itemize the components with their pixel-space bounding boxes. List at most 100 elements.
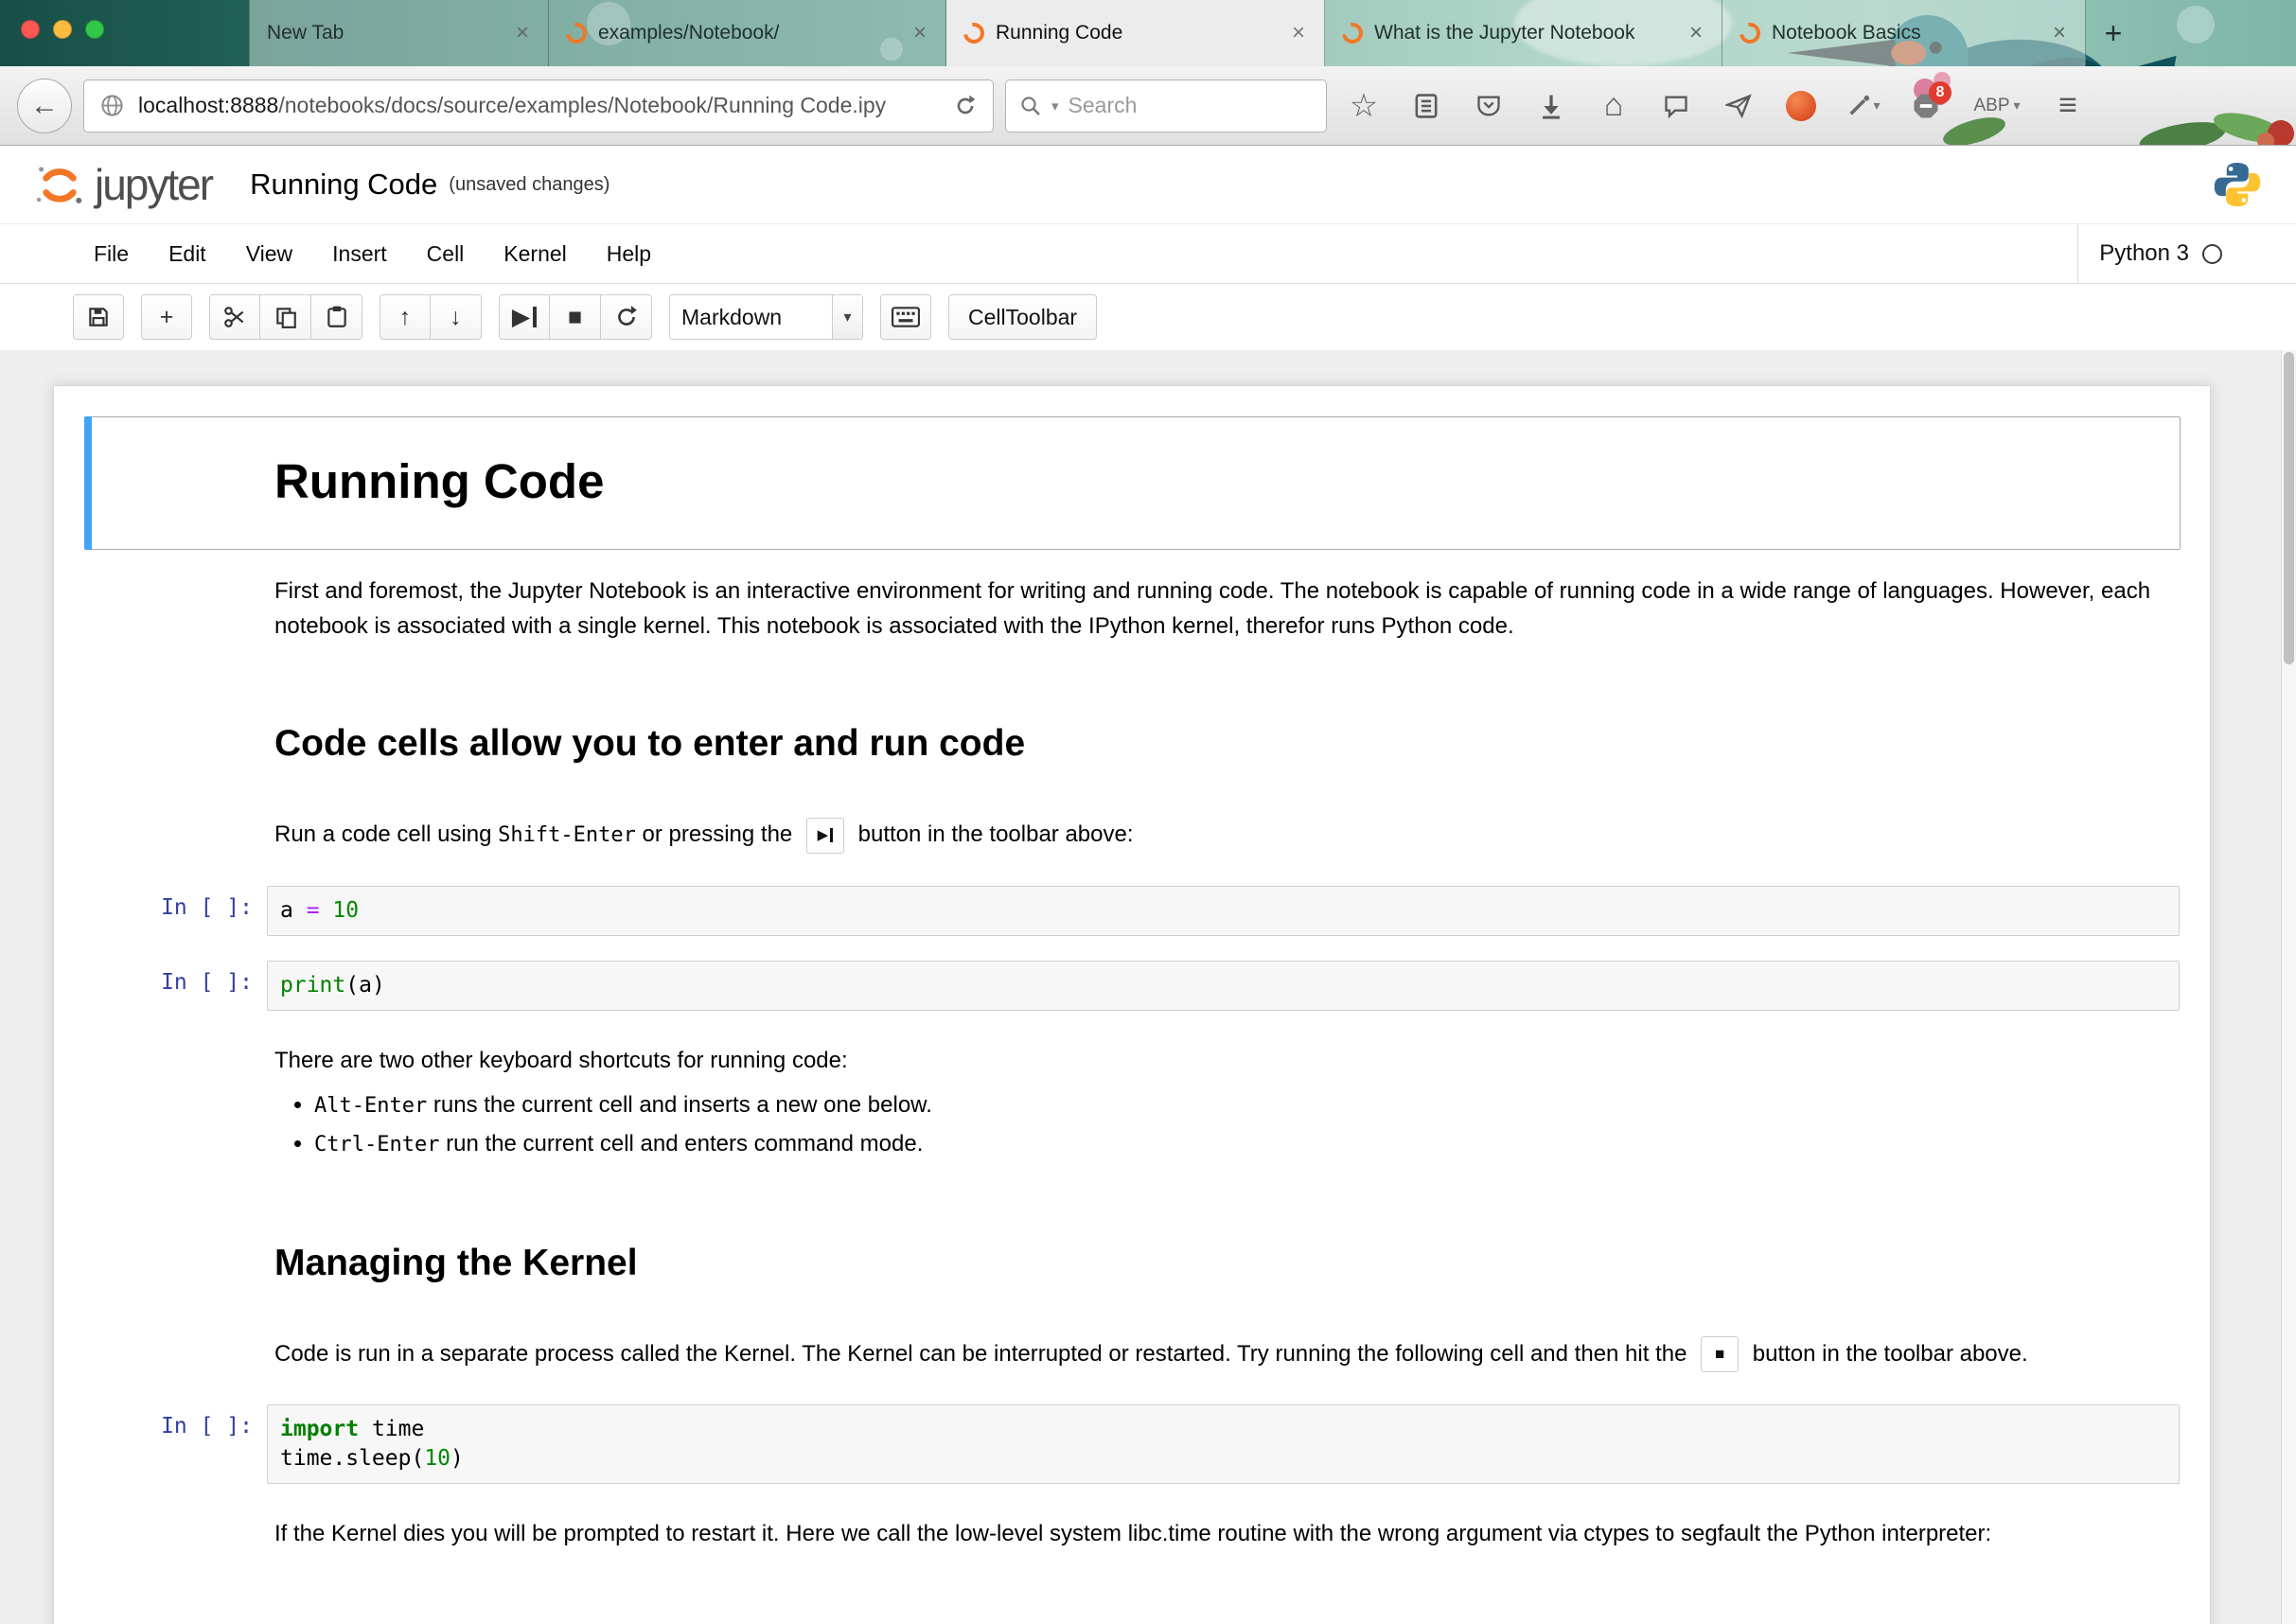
url-bar[interactable]: localhost:8888/notebooks/docs/source/exa…: [83, 79, 994, 132]
markdown-cell-h2-kernel[interactable]: Managing the Kernel: [84, 1187, 2181, 1312]
notebook-name[interactable]: Running Code: [250, 168, 437, 202]
jupyter-favicon-icon: [562, 19, 592, 48]
scrollbar-thumb[interactable]: [2284, 352, 2294, 664]
notebook-toolbar: +: [0, 284, 2296, 350]
jupyter-favicon-icon: [960, 19, 989, 48]
tab-label: New Tab: [267, 22, 344, 44]
addon-button[interactable]: [1775, 79, 1827, 132]
menu-kernel[interactable]: Kernel: [484, 224, 586, 283]
kernel-paragraph: Code is run in a separate process called…: [274, 1336, 2172, 1373]
code-input[interactable]: print(a): [267, 961, 2180, 1011]
hello-chat-button[interactable]: [1651, 79, 1702, 132]
interrupt-kernel-button[interactable]: ■: [550, 294, 601, 340]
restart-kernel-button[interactable]: [601, 294, 652, 340]
wand-addon-button[interactable]: ▾: [1838, 79, 1889, 132]
celltoolbar-button[interactable]: CellToolbar: [948, 294, 1097, 340]
markdown-cell-title[interactable]: Running Code: [84, 416, 2181, 550]
code-cell-import-time[interactable]: In [ ]: import timetime.sleep(10): [84, 1396, 2181, 1492]
code-input[interactable]: a = 10: [267, 886, 2180, 936]
reload-button[interactable]: [953, 94, 978, 118]
insert-cell-button[interactable]: +: [141, 294, 192, 340]
jupyter-logo[interactable]: jupyter: [34, 159, 212, 210]
close-window-button[interactable]: [21, 20, 40, 39]
save-button[interactable]: [73, 294, 124, 340]
notebook-container: Running Code First and foremost, the Jup…: [53, 385, 2211, 1624]
bookmarks-menu-button[interactable]: [1401, 79, 1452, 132]
restart-icon: [614, 305, 639, 329]
abp-button[interactable]: ABP ▾: [1963, 96, 2031, 116]
share-button[interactable]: [1713, 79, 1764, 132]
back-button[interactable]: ←: [17, 79, 72, 133]
menu-insert[interactable]: Insert: [312, 224, 407, 283]
dropdown-caret-icon: ▾: [832, 295, 862, 339]
notebook-scroll-area: Running Code First and foremost, the Jup…: [0, 350, 2296, 1624]
markdown-cell-kernel-para[interactable]: Code is run in a separate process called…: [84, 1320, 2181, 1389]
tab-close-icon[interactable]: ×: [2051, 22, 2068, 44]
keyboard-icon: [892, 306, 920, 328]
tab-examples-notebook[interactable]: examples/Notebook/ ×: [549, 0, 946, 66]
code-input[interactable]: import timetime.sleep(10): [267, 1404, 2180, 1484]
pocket-icon: [1475, 94, 1502, 118]
cell-type-value: Markdown: [670, 305, 832, 330]
caret-down-icon: ▾: [1873, 97, 1880, 114]
reload-icon: [953, 94, 978, 118]
kbd-shift-enter: Shift-Enter: [498, 823, 636, 847]
command-palette-button[interactable]: [880, 294, 931, 340]
menu-file[interactable]: File: [74, 224, 149, 283]
navigation-toolbar: ← localhost:8888/notebooks/docs/source/e…: [0, 66, 2296, 146]
window-controls: [21, 20, 104, 39]
code-cell-print-a[interactable]: In [ ]: print(a): [84, 952, 2181, 1019]
pocket-button[interactable]: [1463, 79, 1514, 132]
download-icon: [1539, 93, 1563, 119]
tab-close-icon[interactable]: ×: [1290, 22, 1307, 44]
copy-cell-button[interactable]: [260, 294, 311, 340]
markdown-cell-intro[interactable]: First and foremost, the Jupyter Notebook…: [84, 557, 2181, 660]
jupyter-favicon-icon: [1736, 19, 1765, 48]
markdown-cell-shortcuts[interactable]: There are two other keyboard shortcuts f…: [84, 1027, 2181, 1180]
move-cell-up-button[interactable]: ↑: [380, 294, 431, 340]
search-input[interactable]: ▾ Search: [1005, 79, 1327, 132]
tab-running-code[interactable]: Running Code ×: [946, 0, 1325, 66]
adblock-button[interactable]: 8: [1900, 79, 1952, 132]
share-plane-icon: [1725, 94, 1752, 118]
menu-view[interactable]: View: [226, 224, 312, 283]
section-heading: Managing the Kernel: [274, 1235, 2172, 1292]
shortcuts-list: Alt-Enter runs the current cell and inse…: [274, 1087, 2172, 1161]
shortcuts-intro: There are two other keyboard shortcuts f…: [274, 1043, 2172, 1078]
code-cell-a-equals-10[interactable]: In [ ]: a = 10: [84, 877, 2181, 944]
menu-help[interactable]: Help: [587, 224, 671, 283]
tab-notebook-basics[interactable]: Notebook Basics ×: [1722, 0, 2086, 66]
url-host: localhost:8888: [138, 93, 278, 117]
home-button[interactable]: ⌂: [1588, 79, 1639, 132]
run-cell-button[interactable]: ▶: [499, 294, 550, 340]
move-cell-down-button[interactable]: ↓: [431, 294, 482, 340]
markdown-cell-h2-code[interactable]: Code cells allow you to enter and run co…: [84, 667, 2181, 792]
cut-cell-button[interactable]: [209, 294, 260, 340]
zoom-window-button[interactable]: [85, 20, 104, 39]
paste-cell-button[interactable]: [311, 294, 362, 340]
intro-paragraph: First and foremost, the Jupyter Notebook…: [274, 574, 2172, 644]
adblock-badge: 8: [1929, 81, 1952, 104]
tab-new-tab[interactable]: New Tab ×: [249, 0, 549, 66]
markdown-cell-tail[interactable]: If the Kernel dies you will be prompted …: [84, 1500, 2181, 1567]
theme-foliage-decoration: [1899, 65, 2296, 145]
tab-label: Notebook Basics: [1772, 22, 1921, 44]
cell-type-dropdown[interactable]: Markdown ▾: [669, 294, 863, 340]
bookmark-star-button[interactable]: ☆: [1338, 79, 1389, 132]
tab-label: What is the Jupyter Notebook: [1374, 22, 1634, 44]
search-engine-caret-icon[interactable]: ▾: [1051, 97, 1059, 115]
scrollbar-track[interactable]: [2281, 350, 2296, 1624]
menu-edit[interactable]: Edit: [149, 224, 226, 283]
tab-bar: New Tab × examples/Notebook/ × Running C…: [0, 0, 2296, 66]
tab-close-icon[interactable]: ×: [1687, 22, 1704, 44]
markdown-cell-run-instruction[interactable]: Run a code cell using Shift-Enter or pre…: [84, 801, 2181, 870]
tab-close-icon[interactable]: ×: [911, 22, 928, 44]
tab-close-icon[interactable]: ×: [514, 22, 531, 44]
tab-what-is-jupyter[interactable]: What is the Jupyter Notebook ×: [1325, 0, 1722, 66]
minimize-window-button[interactable]: [53, 20, 72, 39]
new-tab-button[interactable]: +: [2086, 0, 2141, 66]
downloads-button[interactable]: [1526, 79, 1577, 132]
menu-button[interactable]: ≡: [2042, 79, 2093, 132]
menu-cell[interactable]: Cell: [407, 224, 485, 283]
caret-down-icon: ▾: [2014, 97, 2021, 114]
